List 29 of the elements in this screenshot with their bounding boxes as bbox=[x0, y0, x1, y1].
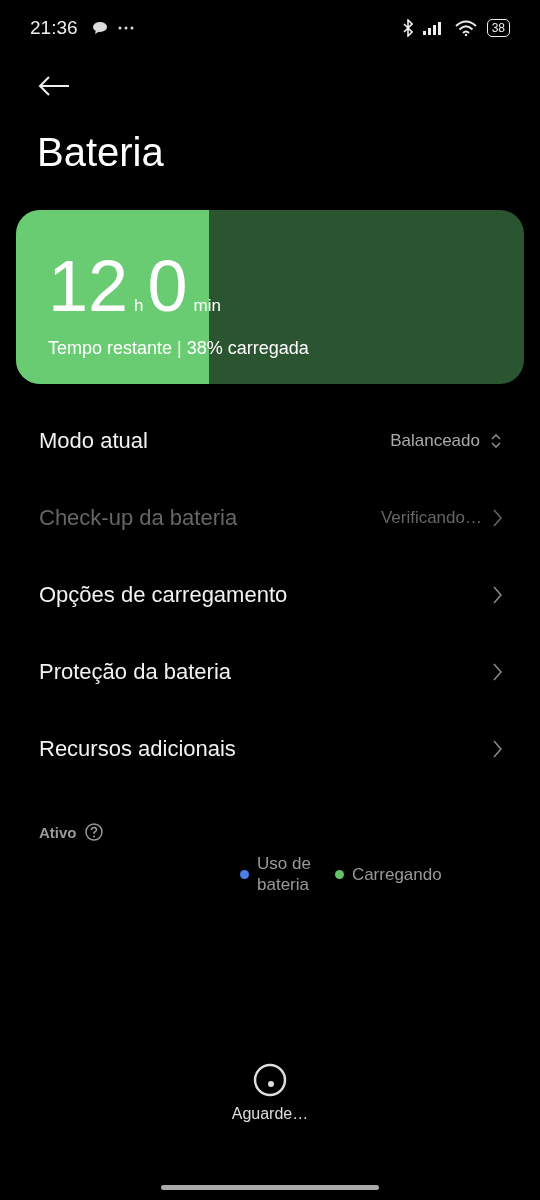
help-icon[interactable] bbox=[84, 823, 103, 841]
chevron-right-icon bbox=[492, 508, 502, 527]
loading-spinner-icon bbox=[253, 1063, 287, 1097]
settings-row[interactable]: Proteção da bateria bbox=[0, 633, 540, 710]
page-title: Bateria bbox=[37, 130, 165, 175]
back-arrow-icon bbox=[38, 76, 70, 96]
battery-indicator: 38 bbox=[486, 19, 510, 37]
settings-row[interactable]: Modo atual Balanceado bbox=[0, 402, 540, 479]
hours-unit: h bbox=[134, 296, 144, 316]
section-title: Ativo bbox=[39, 823, 77, 841]
settings-row[interactable]: Recursos adicionais bbox=[0, 710, 540, 787]
settings-row[interactable]: Opções de carregamento bbox=[0, 556, 540, 633]
bluetooth-icon bbox=[402, 19, 413, 37]
wifi-icon bbox=[454, 20, 477, 36]
chevron-right-icon bbox=[492, 739, 502, 758]
setting-value: Verificando… bbox=[380, 507, 482, 528]
up-down-chevron-icon bbox=[490, 432, 502, 449]
chevron-right-icon bbox=[492, 662, 502, 681]
chat-bubble-icon bbox=[91, 21, 108, 35]
hours-value: 12 bbox=[48, 248, 129, 324]
chevron-right-icon bbox=[492, 585, 502, 604]
loading-text: Aguarde… bbox=[231, 1105, 309, 1123]
setting-value: Balanceado bbox=[390, 430, 480, 451]
legend-label: Carregando bbox=[351, 863, 442, 885]
more-icon bbox=[117, 26, 134, 30]
status-time: 21:36 bbox=[30, 17, 78, 39]
legend-label: Uso de bateria bbox=[257, 853, 311, 895]
minutes-value: 0 bbox=[147, 248, 188, 324]
back-button[interactable] bbox=[38, 76, 70, 98]
